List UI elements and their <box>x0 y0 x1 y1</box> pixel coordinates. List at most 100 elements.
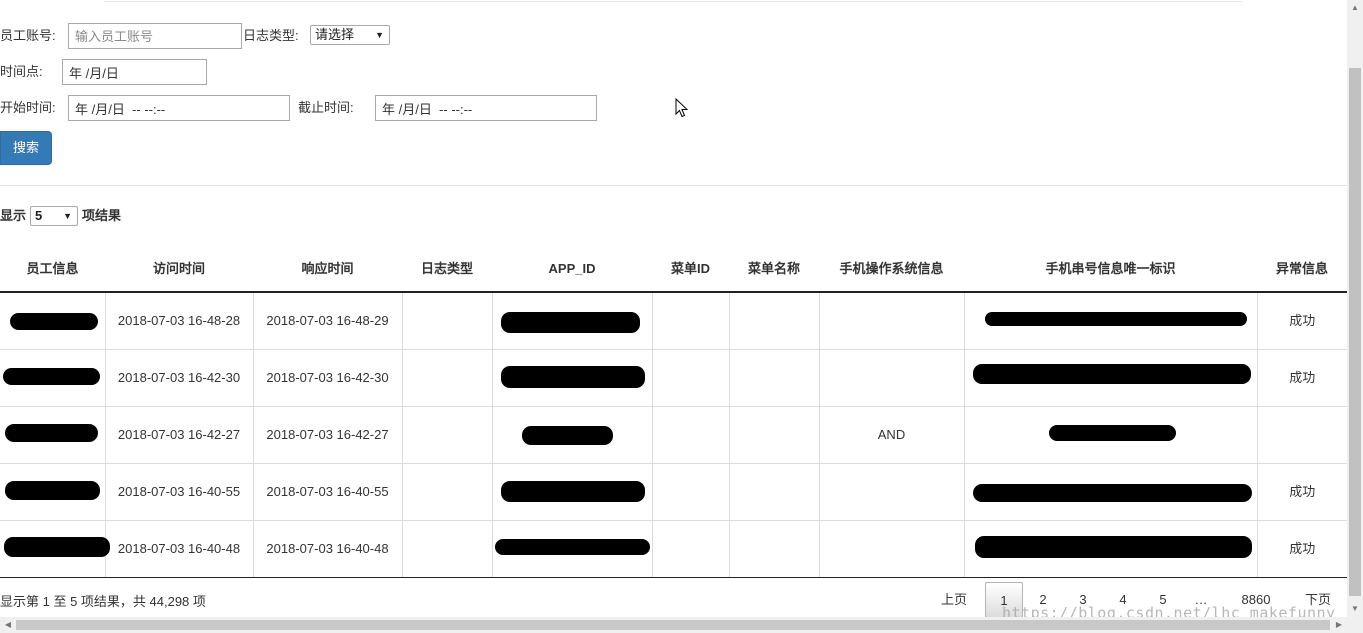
time-point-input[interactable] <box>62 59 207 85</box>
response-time-cell: 2018-07-03 16-42-27 <box>252 406 402 464</box>
page-length-select[interactable]: 5 ▼ <box>30 206 78 226</box>
log-type-select[interactable]: 请选择 ▼ <box>310 25 390 45</box>
length-prefix: 显示 <box>0 208 27 223</box>
time-point-label: 时间点: <box>0 64 43 79</box>
log-type-cell <box>401 520 492 578</box>
redaction-mark <box>4 536 110 557</box>
dropdown-arrow-icon: ▼ <box>63 211 72 221</box>
visit-time-cell: 2018-07-03 16-42-30 <box>104 349 253 407</box>
response-time-cell: 2018-07-03 16-40-55 <box>252 463 402 521</box>
imei-cell <box>963 406 1257 464</box>
vertical-scroll-thumb[interactable] <box>1349 68 1361 596</box>
exception-cell: 成功 <box>1256 520 1347 578</box>
menu-id-cell <box>651 406 729 464</box>
column-header-log-type[interactable]: 日志类型 <box>402 236 492 293</box>
menu-id-cell <box>651 520 729 578</box>
start-time-label: 开始时间: <box>0 100 56 115</box>
imei-cell <box>963 292 1257 350</box>
employee-cell <box>0 520 110 578</box>
scroll-down-icon[interactable]: ▼ <box>1347 601 1363 617</box>
os-info-cell: AND <box>818 406 964 464</box>
section-divider <box>0 185 1347 186</box>
redaction-mark <box>5 423 98 442</box>
start-time-input[interactable] <box>68 95 290 121</box>
menu-name-cell <box>728 520 819 578</box>
dropdown-arrow-icon: ▼ <box>375 30 384 40</box>
column-header-os-info[interactable]: 手机操作系统信息 <box>819 236 964 293</box>
menu-name-cell <box>728 292 819 350</box>
log-type-label: 日志类型: <box>243 28 299 43</box>
search-button[interactable]: 搜索 <box>0 131 52 165</box>
exception-cell: 成功 <box>1256 349 1347 407</box>
end-time-input[interactable] <box>375 95 597 121</box>
app-id-cell <box>491 406 652 464</box>
table-header-row: 员工信息 访问时间 响应时间 日志类型 APP_ID 菜单ID 菜单名称 手机操… <box>0 236 1347 293</box>
end-time-label: 截止时间: <box>298 100 354 115</box>
table-row: 2018-07-03 16-42-30 2018-07-03 16-42-30 … <box>0 349 1347 407</box>
table-row: 2018-07-03 16-40-48 2018-07-03 16-40-48 … <box>0 520 1347 578</box>
os-info-cell <box>818 463 964 521</box>
redaction-mark <box>500 312 640 333</box>
employee-cell <box>0 349 105 407</box>
length-suffix: 项结果 <box>82 208 122 223</box>
redaction-mark <box>5 480 100 500</box>
redaction-mark <box>984 312 1247 326</box>
redaction-mark <box>972 483 1252 502</box>
column-header-menu-name[interactable]: 菜单名称 <box>729 236 819 293</box>
horizontal-scroll-thumb[interactable] <box>16 620 1330 630</box>
column-header-visit-time[interactable]: 访问时间 <box>105 236 253 293</box>
page-length-value: 5 <box>35 208 43 223</box>
menu-name-cell <box>728 406 819 464</box>
redaction-mark <box>500 365 645 388</box>
horizontal-scrollbar[interactable]: ◀ ▶ <box>0 617 1363 633</box>
scroll-up-icon[interactable]: ▲ <box>1347 0 1363 16</box>
scroll-left-icon[interactable]: ◀ <box>0 617 16 633</box>
visit-time-cell: 2018-07-03 16-48-28 <box>104 292 253 350</box>
visit-time-cell: 2018-07-03 16-40-48 <box>104 520 253 578</box>
log-type-cell <box>401 463 492 521</box>
mouse-cursor-icon <box>675 98 689 118</box>
redaction-mark <box>972 363 1251 384</box>
employee-account-input[interactable] <box>68 23 242 49</box>
redaction-mark <box>1048 424 1176 441</box>
redaction-mark <box>521 425 613 445</box>
imei-cell <box>963 463 1257 521</box>
top-divider <box>104 1 1242 2</box>
menu-name-cell <box>728 349 819 407</box>
employee-cell <box>0 292 105 350</box>
employee-account-label: 员工账号: <box>0 28 56 43</box>
vertical-scrollbar[interactable]: ▲ ▼ <box>1347 0 1363 617</box>
response-time-cell: 2018-07-03 16-42-30 <box>252 349 402 407</box>
response-time-cell: 2018-07-03 16-48-29 <box>252 292 402 350</box>
menu-id-cell <box>651 463 729 521</box>
app-id-cell <box>491 292 652 350</box>
exception-cell: 成功 <box>1256 463 1347 521</box>
table-row: 2018-07-03 16-42-27 2018-07-03 16-42-27 … <box>0 406 1347 464</box>
response-time-cell: 2018-07-03 16-40-48 <box>252 520 402 578</box>
menu-id-cell <box>651 292 729 350</box>
scroll-right-icon[interactable]: ▶ <box>1331 617 1347 633</box>
column-header-employee[interactable]: 员工信息 <box>0 236 105 293</box>
exception-cell: 成功 <box>1256 292 1347 350</box>
visit-time-cell: 2018-07-03 16-42-27 <box>104 406 253 464</box>
column-header-app-id[interactable]: APP_ID <box>492 236 652 293</box>
column-header-exception[interactable]: 异常信息 <box>1257 236 1347 293</box>
employee-cell <box>0 406 105 464</box>
log-type-cell <box>401 292 492 350</box>
log-type-selected-value: 请选择 <box>315 27 355 42</box>
column-header-imei[interactable]: 手机串号信息唯一标识 <box>964 236 1257 293</box>
os-info-cell <box>818 349 964 407</box>
app-id-cell <box>491 463 652 521</box>
pagination-prev[interactable]: 上页 <box>930 582 978 618</box>
menu-name-cell <box>728 463 819 521</box>
redaction-mark <box>10 313 98 330</box>
visit-time-cell: 2018-07-03 16-40-55 <box>104 463 253 521</box>
menu-id-cell <box>651 349 729 407</box>
os-info-cell <box>818 292 964 350</box>
exception-cell <box>1256 406 1347 464</box>
column-header-menu-id[interactable]: 菜单ID <box>652 236 729 293</box>
table-row: 2018-07-03 16-48-28 2018-07-03 16-48-29 … <box>0 292 1347 350</box>
imei-cell <box>963 520 1257 578</box>
column-header-response-time[interactable]: 响应时间 <box>253 236 402 293</box>
log-type-cell <box>401 349 492 407</box>
